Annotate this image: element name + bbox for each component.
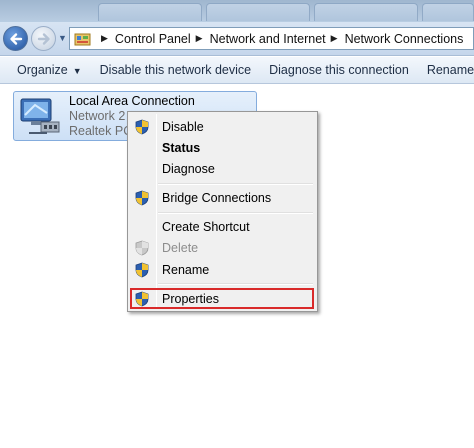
menu-item-diagnose[interactable]: Diagnose xyxy=(130,158,315,180)
forward-arrow-icon xyxy=(37,33,50,45)
uac-shield-icon xyxy=(135,119,149,135)
menu-separator xyxy=(158,212,313,214)
menu-item-create-shortcut[interactable]: Create Shortcut xyxy=(130,216,315,238)
breadcrumb-separator[interactable]: ▶ xyxy=(331,33,338,44)
connection-name: Local Area Connection xyxy=(69,94,195,108)
uac-shield-icon xyxy=(135,262,149,278)
rename-button[interactable]: Rename xyxy=(418,57,474,84)
menu-separator xyxy=(158,183,313,185)
back-arrow-icon xyxy=(10,33,23,45)
organize-menu-button[interactable]: Organize ▼ xyxy=(0,57,91,84)
menu-label-bridge: Bridge Connections xyxy=(162,191,272,205)
navigation-bar: ▼ ▶ Control Panel ▶ Network and Internet… xyxy=(0,22,474,56)
menu-label-delete: Delete xyxy=(162,241,199,255)
menu-label-disable: Disable xyxy=(162,120,204,134)
control-panel-icon xyxy=(74,33,91,45)
organize-label: Organize xyxy=(17,62,68,77)
background-tab xyxy=(422,3,474,21)
uac-shield-icon xyxy=(135,240,149,256)
menu-label-rename: Rename xyxy=(162,263,210,277)
uac-shield-icon xyxy=(135,190,149,206)
context-menu: Disable Status Diagnose Bridge Connectio… xyxy=(127,111,318,312)
menu-label-diagnose: Diagnose xyxy=(162,162,215,176)
breadcrumb-separator[interactable]: ▶ xyxy=(196,33,203,44)
forward-button[interactable] xyxy=(31,26,56,51)
background-tab xyxy=(98,3,202,21)
browser-tab-strip xyxy=(0,0,474,22)
address-bar[interactable]: ▶ Control Panel ▶ Network and Internet ▶… xyxy=(69,27,474,50)
menu-item-status[interactable]: Status xyxy=(130,137,315,159)
breadcrumb-network-connections[interactable]: Network Connections xyxy=(345,32,464,46)
menu-item-rename[interactable]: Rename xyxy=(130,259,315,281)
disable-device-button[interactable]: Disable this network device xyxy=(91,57,260,84)
menu-item-disable[interactable]: Disable xyxy=(130,116,315,138)
chevron-down-icon: ▼ xyxy=(72,65,82,76)
background-tab xyxy=(314,3,418,21)
background-tab xyxy=(206,3,310,21)
network-adapter-icon xyxy=(20,98,60,134)
command-bar: Organize ▼ Disable this network device Di… xyxy=(0,57,474,84)
menu-item-bridge-connections[interactable]: Bridge Connections xyxy=(130,187,315,209)
breadcrumb-control-panel[interactable]: Control Panel xyxy=(115,32,191,46)
menu-separator xyxy=(158,283,313,285)
menu-item-delete[interactable]: Delete xyxy=(130,237,315,259)
recent-pages-dropdown[interactable]: ▼ xyxy=(58,33,67,43)
diagnose-connection-button[interactable]: Diagnose this connection xyxy=(260,57,418,84)
properties-highlight-box xyxy=(130,288,314,309)
menu-label-status: Status xyxy=(162,141,201,155)
menu-label-shortcut: Create Shortcut xyxy=(162,220,250,234)
breadcrumb-network-and-internet[interactable]: Network and Internet xyxy=(210,32,326,46)
breadcrumb-separator[interactable]: ▶ xyxy=(101,33,108,44)
back-button[interactable] xyxy=(3,26,28,51)
